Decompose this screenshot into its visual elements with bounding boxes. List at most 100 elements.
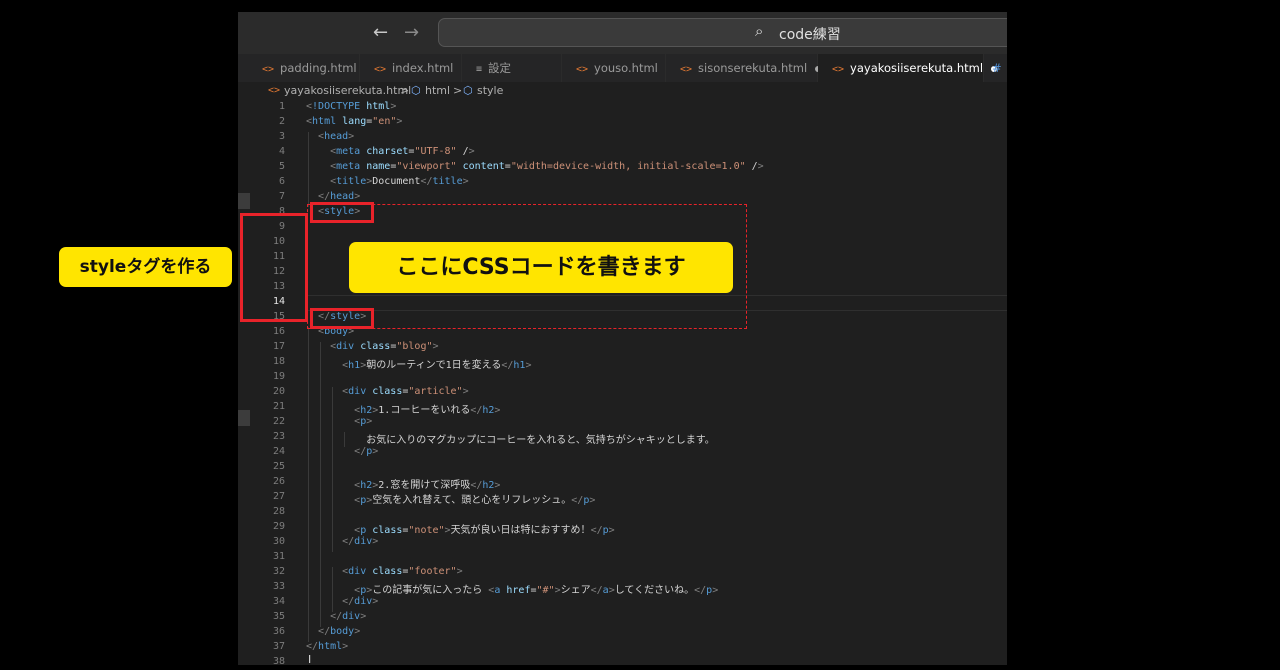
symbol-icon: ⬡ (463, 84, 473, 97)
css-code-label: ここにCSSコードを書きます (349, 242, 733, 293)
line-number: 30 (272, 536, 285, 547)
breadcrumb-file[interactable]: yayakosiiserekuta.html (284, 84, 411, 97)
code-text: </body> (318, 626, 361, 637)
tab-1[interactable]: <> index.html (360, 54, 462, 82)
line-number: 32 (272, 566, 285, 577)
line-number: 36 (272, 626, 285, 637)
code-text: <p class="note">天気が良い日は特におすすめ！</p> (354, 525, 615, 536)
code-text: </div> (342, 536, 379, 547)
title-bar: ← → ⌕ code練習 (238, 12, 1007, 54)
code-text: お気に入りのマグカップにコーヒーを入れると、気持ちがシャキッとします。 (306, 435, 715, 446)
code-line[interactable]: 5 <meta name="viewport" content="width=d… (238, 160, 1007, 175)
code-text: </p> (354, 446, 379, 457)
code-text: <div class="article"> (342, 386, 469, 397)
code-line[interactable]: 28 (238, 505, 1007, 520)
code-text: </div> (342, 596, 379, 607)
style-tag-label: styleタグを作る (59, 247, 232, 287)
code-line[interactable]: 33 <p>この記事が気に入ったら <a href="#">シェア</a>してく… (238, 580, 1007, 596)
code-line[interactable]: 31 (238, 550, 1007, 565)
tab-label: youso.html (594, 61, 658, 75)
code-text: <div class="footer"> (342, 566, 463, 577)
back-arrow-icon[interactable]: ← (373, 22, 388, 43)
line-number: 1 (278, 101, 285, 112)
code-line[interactable]: 32 <div class="footer"> (238, 565, 1007, 580)
code-text: <h1>朝のルーティンで1日を変える</h1> (342, 360, 532, 371)
html-file-icon: <> (374, 64, 387, 75)
code-line[interactable]: 6 <title>Document</title> (238, 175, 1007, 190)
line-number: 7 (278, 191, 285, 202)
search-icon: ⌕ (755, 22, 764, 40)
code-line[interactable]: 2 <html lang="en"> (238, 115, 1007, 130)
code-line[interactable]: 34 </div> (238, 595, 1007, 610)
code-text: </div> (330, 611, 367, 622)
code-line[interactable]: 22 <p> (238, 415, 1007, 430)
code-line[interactable]: 26 <h2>2.窓を開けて深呼吸</h2> (238, 475, 1007, 491)
code-text: <title>Document</title> (330, 176, 469, 187)
code-text: <!DOCTYPE html> (306, 101, 397, 112)
code-text: <html lang="en"> (306, 116, 403, 127)
code-line[interactable]: 25 (238, 460, 1007, 475)
code-line[interactable]: 35 </div> (238, 610, 1007, 625)
code-line[interactable]: 27 <p>空気を入れ替えて、頭と心をリフレッシュ。</p> (238, 490, 1007, 506)
code-text: <p>空気を入れ替えて、頭と心をリフレッシュ。</p> (354, 495, 596, 506)
line-number: 4 (278, 146, 285, 157)
code-text: </html> (306, 641, 349, 652)
code-text: <h2>2.窓を開けて深呼吸</h2> (354, 480, 501, 491)
tab-label: index.html (392, 61, 454, 75)
line-number: 6 (278, 176, 285, 187)
breadcrumb-html[interactable]: html (425, 84, 450, 97)
tab-label: yayakosiiserekuta.html (850, 61, 984, 75)
tab-3[interactable]: <> youso.html (562, 54, 666, 82)
html-file-icon: <> (268, 85, 281, 96)
code-text: <p>この記事が気に入ったら <a href="#">シェア</a>してください… (354, 585, 719, 596)
breadcrumb-separator: > (453, 84, 463, 97)
command-center-search[interactable]: ⌕ code練習 (438, 18, 1007, 47)
code-line[interactable]: 18 <h1>朝のルーティンで1日を変える</h1> (238, 355, 1007, 371)
line-number: 2 (278, 116, 285, 127)
code-line[interactable]: 24 </p> (238, 445, 1007, 460)
search-text: code練習 (779, 27, 841, 43)
tab-bar: <> padding.html <> index.html ≡ 設定 <> youso.htm… (238, 54, 1007, 82)
breadcrumb-style[interactable]: style (477, 84, 503, 97)
code-line[interactable]: 38 (238, 655, 1007, 665)
code-line[interactable]: 36 </body> (238, 625, 1007, 640)
forward-arrow-icon[interactable]: → (404, 22, 419, 43)
breadcrumb-separator: > (400, 84, 410, 97)
code-text: <p> (354, 416, 373, 427)
line-number: 16 (272, 326, 285, 337)
html-file-icon: <> (262, 64, 275, 75)
line-number: 34 (272, 596, 285, 607)
settings-icon: ≡ (476, 64, 483, 75)
line-range-highlight (240, 213, 308, 322)
line-number: 24 (272, 446, 285, 457)
breadcrumb: <> yayakosiiserekuta.html > ⬡ html > ⬡ s… (238, 82, 1007, 100)
line-number: 23 (272, 431, 285, 442)
code-text: <head> (318, 131, 355, 142)
line-number: 35 (272, 611, 285, 622)
html-file-icon: <> (832, 64, 845, 75)
line-number: 37 (272, 641, 285, 652)
code-line[interactable]: 37 </html> (238, 640, 1007, 655)
code-line[interactable]: 23 お気に入りのマグカップにコーヒーを入れると、気持ちがシャキッとします。 (238, 430, 1007, 446)
line-number: 21 (272, 401, 285, 412)
tab-5[interactable]: <> yayakosiiserekuta.html (818, 54, 998, 82)
tab-0[interactable]: <> padding.html (248, 54, 360, 82)
code-text: <meta name="viewport" content="width=dev… (330, 161, 764, 172)
code-line[interactable]: 17 <div class="blog"> (238, 340, 1007, 355)
tab-6[interactable]: # (984, 54, 1007, 82)
code-line[interactable]: 20 <div class="article"> (238, 385, 1007, 400)
line-number: 33 (272, 581, 285, 592)
code-line[interactable]: 30 </div> (238, 535, 1007, 550)
tab-4[interactable]: <> sisonserekuta.html (666, 54, 822, 82)
tab-label: padding.html (280, 61, 357, 75)
code-line[interactable]: 21 <h2>1.コーヒーをいれる</h2> (238, 400, 1007, 416)
code-line[interactable]: 29 <p class="note">天気が良い日は特におすすめ！</p> (238, 520, 1007, 536)
tab-2[interactable]: ≡ 設定 (462, 54, 562, 82)
code-line[interactable]: 19 (238, 370, 1007, 385)
symbol-icon: ⬡ (411, 84, 421, 97)
line-number: 26 (272, 476, 285, 487)
code-line[interactable]: 4 <meta charset="UTF-8" /> (238, 145, 1007, 160)
code-text: <div class="blog"> (330, 341, 439, 352)
code-line[interactable]: 3 <head> (238, 130, 1007, 145)
code-line[interactable]: 1 <!DOCTYPE html> (238, 100, 1007, 115)
